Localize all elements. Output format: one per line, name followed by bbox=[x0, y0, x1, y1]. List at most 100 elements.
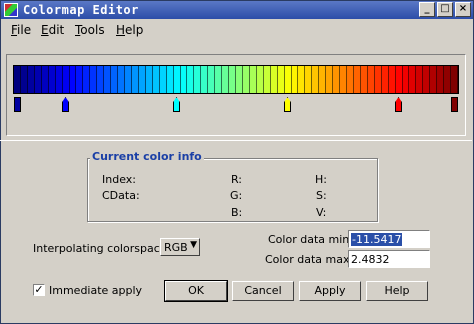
menu-edit[interactable]: Edit bbox=[41, 23, 64, 37]
colormap-cell[interactable] bbox=[138, 66, 146, 93]
colormap-cell[interactable] bbox=[416, 66, 424, 93]
cdata-max-label: Color data max: bbox=[265, 253, 354, 266]
colormap-cell[interactable] bbox=[14, 66, 21, 93]
immediate-apply-checkbox[interactable]: ✓ bbox=[33, 284, 45, 296]
colormap-cell[interactable] bbox=[208, 66, 216, 93]
interp-colorspace-value: RGB bbox=[164, 241, 188, 254]
colormap-cell[interactable] bbox=[312, 66, 320, 93]
title-bar[interactable]: Colormap Editor _ □ × bbox=[1, 1, 473, 19]
cdata-label: CData: bbox=[102, 189, 140, 202]
colormap-cell[interactable] bbox=[333, 66, 341, 93]
colormap-cell[interactable] bbox=[409, 66, 417, 93]
colormap-cell[interactable] bbox=[187, 66, 195, 93]
cancel-button[interactable]: Cancel bbox=[232, 281, 294, 301]
window-title: Colormap Editor bbox=[23, 3, 139, 17]
current-color-info-title: Current color info bbox=[90, 150, 204, 163]
colormap-cell[interactable] bbox=[444, 66, 452, 93]
colormap-cell[interactable] bbox=[305, 66, 313, 93]
colormap-cell[interactable] bbox=[402, 66, 410, 93]
colormap-cell[interactable] bbox=[430, 66, 438, 93]
app-icon bbox=[4, 3, 18, 17]
r-label: R: bbox=[231, 173, 243, 186]
colormap-cell[interactable] bbox=[367, 66, 375, 93]
colormap-cell[interactable] bbox=[229, 66, 236, 93]
colormap-cell[interactable] bbox=[340, 66, 347, 93]
ok-button[interactable]: OK bbox=[165, 281, 227, 301]
cdata-max-field[interactable]: 2.4832 bbox=[348, 250, 430, 268]
apply-button[interactable]: Apply bbox=[299, 281, 361, 301]
colormap-cell[interactable] bbox=[215, 66, 223, 93]
colormap-cell[interactable] bbox=[270, 66, 278, 93]
colormap-cell[interactable] bbox=[236, 66, 243, 93]
colormap-cell[interactable] bbox=[256, 66, 264, 93]
colormap-cell[interactable] bbox=[395, 66, 403, 93]
colormap-cell[interactable] bbox=[145, 66, 153, 93]
colormap-cell[interactable] bbox=[83, 66, 91, 93]
minimize-button[interactable]: _ bbox=[419, 2, 435, 17]
colormap-cell[interactable] bbox=[242, 66, 250, 93]
colormap-cell[interactable] bbox=[326, 66, 334, 93]
colormap-cell[interactable] bbox=[41, 66, 49, 93]
colormap-cell[interactable] bbox=[319, 66, 327, 93]
menu-bar: File Edit Tools Help bbox=[1, 20, 473, 40]
colormap-cell[interactable] bbox=[27, 66, 35, 93]
colormap-cell[interactable] bbox=[249, 66, 257, 93]
colormap-cell[interactable] bbox=[298, 66, 306, 93]
menu-help[interactable]: Help bbox=[116, 23, 143, 37]
colormap-cell[interactable] bbox=[277, 66, 285, 93]
colormap-cell[interactable] bbox=[104, 66, 112, 93]
colormap-cell[interactable] bbox=[423, 66, 431, 93]
colormap-cell[interactable] bbox=[201, 66, 209, 93]
colormap-cell[interactable] bbox=[166, 66, 174, 93]
colormap-cell[interactable] bbox=[180, 66, 188, 93]
colormap-cell[interactable] bbox=[347, 66, 354, 93]
help-button[interactable]: Help bbox=[366, 281, 428, 301]
colormap-cell[interactable] bbox=[291, 66, 299, 93]
immediate-apply-label[interactable]: Immediate apply bbox=[49, 284, 142, 297]
colormap-cell[interactable] bbox=[131, 66, 139, 93]
colormap-cell[interactable] bbox=[173, 66, 181, 93]
colormap-cell[interactable] bbox=[222, 66, 230, 93]
colormap-cell[interactable] bbox=[69, 66, 77, 93]
colormap-cell[interactable] bbox=[90, 66, 98, 93]
colormap-cell[interactable] bbox=[263, 66, 271, 93]
interp-colorspace-label: Interpolating colorspace: bbox=[33, 242, 171, 255]
close-button[interactable]: × bbox=[455, 2, 471, 17]
colormap-cell[interactable] bbox=[125, 66, 132, 93]
colormap-node-marker[interactable] bbox=[451, 97, 458, 112]
interp-colorspace-select[interactable]: RGB ▼ bbox=[160, 238, 200, 256]
colormap-cell[interactable] bbox=[437, 66, 445, 93]
colormap-cell[interactable] bbox=[111, 66, 119, 93]
index-label: Index: bbox=[102, 173, 136, 186]
colormap-cell[interactable] bbox=[353, 66, 361, 93]
colormap-cell[interactable] bbox=[451, 66, 458, 93]
b-label: B: bbox=[231, 206, 243, 219]
colormap-cell[interactable] bbox=[284, 66, 292, 93]
menu-tools[interactable]: Tools bbox=[75, 23, 105, 37]
colormap-cell[interactable] bbox=[374, 66, 382, 93]
colormap-cell[interactable] bbox=[388, 66, 396, 93]
v-label: V: bbox=[316, 206, 327, 219]
h-label: H: bbox=[315, 173, 327, 186]
colormap-cell[interactable] bbox=[62, 66, 70, 93]
colormap-cell[interactable] bbox=[97, 66, 105, 93]
maximize-button[interactable]: □ bbox=[437, 2, 453, 17]
colormap-cell[interactable] bbox=[159, 66, 167, 93]
s-label: S: bbox=[316, 189, 327, 202]
colormap-cell[interactable] bbox=[55, 66, 63, 93]
cdata-min-label: Color data min: bbox=[268, 233, 353, 246]
g-label: G: bbox=[230, 189, 243, 202]
colormap-cell[interactable] bbox=[360, 66, 368, 93]
colormap-cell[interactable] bbox=[20, 66, 28, 93]
colormap-cell[interactable] bbox=[118, 66, 125, 93]
colormap-cell[interactable] bbox=[194, 66, 202, 93]
colormap-bar[interactable] bbox=[13, 65, 459, 94]
colormap-cell[interactable] bbox=[152, 66, 160, 93]
colormap-cell[interactable] bbox=[76, 66, 84, 93]
colormap-cell[interactable] bbox=[34, 66, 42, 93]
cdata-min-field[interactable]: -11.5417 bbox=[348, 230, 430, 248]
menu-file[interactable]: File bbox=[11, 23, 31, 37]
colormap-cell[interactable] bbox=[48, 66, 56, 93]
colormap-cell[interactable] bbox=[381, 66, 389, 93]
colormap-node-marker[interactable] bbox=[14, 97, 21, 112]
